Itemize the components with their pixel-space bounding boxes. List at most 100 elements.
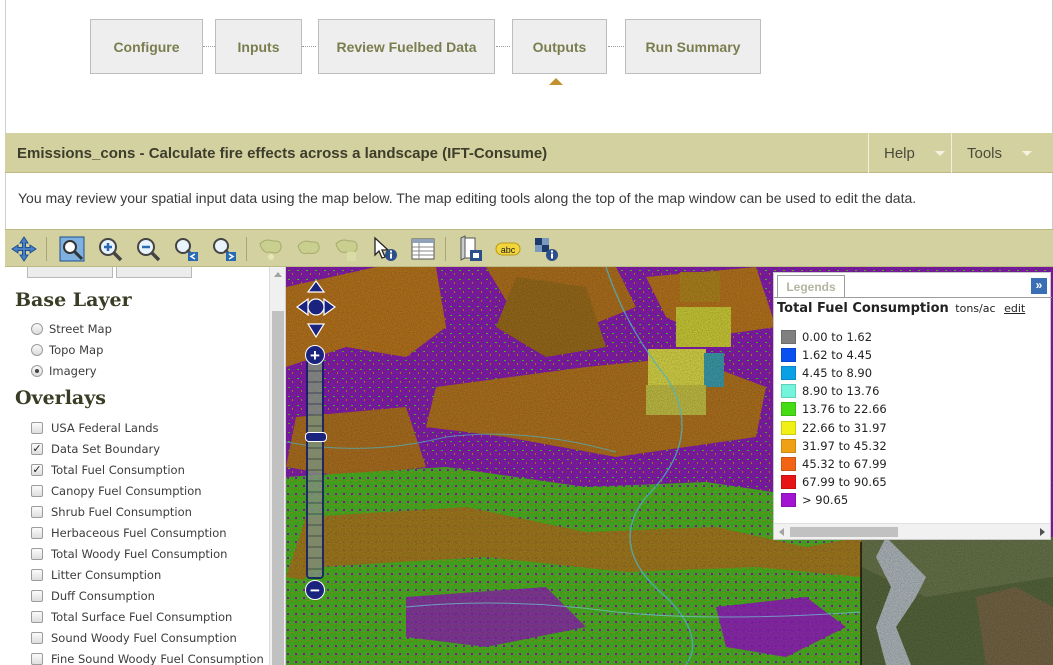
legend-title: Total Fuel Consumption tons/ac edit [777,301,1025,316]
legend-class-label: 4.45 to 8.90 [802,366,873,381]
step-inputs[interactable]: Inputs [215,19,302,74]
radio-button[interactable] [31,344,43,356]
checkbox[interactable] [31,632,43,644]
step-connector [496,46,510,47]
scroll-up-arrow[interactable] [274,272,282,277]
base-layer-imagery[interactable]: Imagery [31,364,97,378]
radio-button[interactable] [31,365,43,377]
polygon-info-icon[interactable] [332,234,362,264]
zoom-next-icon[interactable] [209,234,239,264]
checkbox[interactable] [31,590,43,602]
step-run-summary[interactable]: Run Summary [625,19,761,74]
legend-class-label: 0.00 to 1.62 [802,330,873,344]
overlay-total-surface-fuel-consumption[interactable]: Total Surface Fuel Consumption [31,610,232,624]
checkbox[interactable] [31,569,43,581]
base-layer-title: Base Layer [15,289,132,311]
overlay-data-set-boundary[interactable]: ✓ Data Set Boundary [31,442,160,456]
step-configure[interactable]: Configure [90,19,203,74]
legend-class-label: 8.90 to 13.76 [802,384,880,399]
attribute-table-icon[interactable] [408,234,438,264]
legend-class-row: 22.66 to 31.97 [781,420,887,435]
legend-edit-link[interactable]: edit [1004,302,1025,315]
legend-swatch [781,330,796,344]
overlay-litter-consumption[interactable]: Litter Consumption [31,568,161,582]
scrollbar-thumb[interactable] [790,527,898,537]
checkbox[interactable] [31,485,43,497]
checkbox[interactable] [31,422,43,434]
legend-tab-divider [774,297,1052,298]
legend-swatch [781,456,796,471]
overlay-canopy-fuel-consumption[interactable]: Canopy Fuel Consumption [31,484,202,498]
tools-menu-button[interactable]: Tools [951,133,1053,173]
export-map-icon[interactable] [455,234,485,264]
zoom-in-button[interactable]: + [305,345,325,365]
chevron-down-icon [934,150,945,156]
panel-tab[interactable] [27,267,113,278]
legend-title-text: Total Fuel Consumption [777,301,949,316]
checkbox[interactable]: ✓ [31,464,43,476]
overlay-label: Fine Sound Woody Fuel Consumption [51,652,264,665]
checkbox[interactable] [31,653,43,665]
step-review-fuelbed-data[interactable]: Review Fuelbed Data [318,19,495,74]
zoom-slider[interactable] [306,359,324,579]
legend-class-label: 1.62 to 4.45 [802,348,873,363]
legend-swatch [781,366,796,381]
legends-tab[interactable]: Legends [777,275,845,297]
overlay-shrub-fuel-consumption[interactable]: Shrub Fuel Consumption [31,505,192,519]
legend-class-row: 13.76 to 22.66 [781,402,887,417]
intro-text: You may review your spatial input data u… [18,190,917,206]
base-layer-label: Imagery [49,364,97,378]
zoom-previous-icon[interactable] [171,234,201,264]
legend-swatch [781,438,796,453]
step-outputs[interactable]: Outputs [512,19,607,74]
overlay-label: Canopy Fuel Consumption [51,484,202,498]
legend-scrollbar[interactable] [774,523,1050,539]
pan-icon[interactable] [9,234,39,264]
scrollbar-thumb[interactable] [272,311,284,665]
checkbox[interactable] [31,611,43,623]
select-polygon-icon[interactable] [256,234,286,264]
checkbox[interactable] [31,527,43,539]
legend-panel: Legends » Total Fuel Consumption tons/ac… [773,272,1052,540]
panel-tab[interactable] [116,267,192,278]
checkbox[interactable]: ✓ [31,443,43,455]
intro-section: You may review your spatial input data u… [5,173,1053,229]
map-toolbar: abc [5,229,1053,267]
page-header: Emissions_cons - Calculate fire effects … [5,133,1053,173]
overlay-label: Litter Consumption [51,568,162,582]
base-layer-street-map[interactable]: Street Map [31,322,112,336]
zoom-in-icon[interactable] [95,234,125,264]
edit-polygon-icon[interactable] [294,234,324,264]
active-step-indicator [549,78,563,85]
zoom-extent-icon[interactable] [57,234,87,264]
overlay-total-woody-fuel-consumption[interactable]: Total Woody Fuel Consumption [31,547,227,561]
scroll-right-arrow[interactable] [1040,528,1045,536]
overlay-fine-sound-woody-fuel-consumption[interactable]: Fine Sound Woody Fuel Consumption [31,652,264,665]
chevron-down-icon [1022,150,1033,156]
layer-panel-scrollbar[interactable] [269,267,285,665]
base-layer-topo-map[interactable]: Topo Map [31,343,103,357]
toolbar-divider [445,237,446,261]
checkbox[interactable] [31,506,43,518]
label-icon[interactable]: abc [493,234,523,264]
radio-button[interactable] [31,323,43,335]
legend-swatch [781,492,796,507]
overlay-duff-consumption[interactable]: Duff Consumption [31,589,155,603]
legend-expand-button[interactable]: » [1031,278,1047,294]
zoom-out-icon[interactable] [133,234,163,264]
overlay-total-fuel-consumption[interactable]: ✓ Total Fuel Consumption [31,463,185,477]
checkbox[interactable] [31,548,43,560]
zoom-out-button[interactable]: − [305,580,325,600]
legend-class-row: 45.32 to 67.99 [781,456,887,471]
overlay-herbaceous-fuel-consumption[interactable]: Herbaceous Fuel Consumption [31,526,227,540]
overlay-sound-woody-fuel-consumption[interactable]: Sound Woody Fuel Consumption [31,631,237,645]
legend-swatch [781,420,796,435]
zoom-slider-handle[interactable] [305,432,327,442]
identify-icon[interactable] [370,234,400,264]
scroll-left-arrow[interactable] [779,528,784,536]
overlay-usa-federal-lands[interactable]: USA Federal Lands [31,421,159,435]
help-menu-button[interactable]: Help [868,133,951,173]
overlay-label: Total Fuel Consumption [51,463,185,477]
layer-info-icon[interactable] [531,234,561,264]
overlay-label: Total Woody Fuel Consumption [51,547,228,561]
